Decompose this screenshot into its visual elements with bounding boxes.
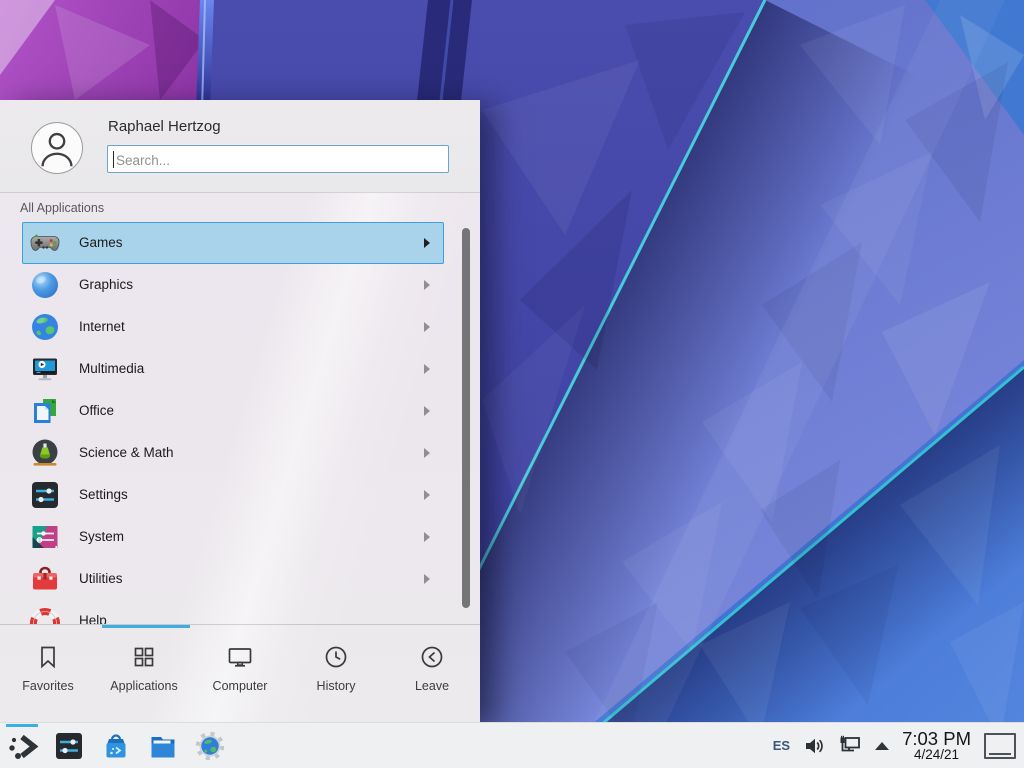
application-category-list: Games Graphics [0, 222, 480, 624]
discover-button[interactable] [97, 724, 135, 768]
tab-label: Computer [213, 679, 268, 693]
category-label: Multimedia [79, 361, 144, 376]
clock-date: 4/24/21 [914, 748, 959, 762]
tab-label: Leave [415, 679, 449, 693]
system-tray: ES 7:03 PM 4/24/21 [773, 729, 1024, 763]
category-label: Graphics [79, 277, 133, 292]
submenu-arrow-icon [424, 322, 430, 332]
category-row-graphics[interactable]: Graphics [0, 264, 480, 306]
category-label: System [79, 529, 124, 544]
flask-icon [29, 437, 61, 469]
toolbox-icon [29, 563, 61, 595]
system-settings-button[interactable] [50, 724, 88, 768]
search-field[interactable] [107, 145, 449, 173]
tab-label: History [317, 679, 356, 693]
category-row-internet[interactable]: Internet [0, 306, 480, 348]
tab-history[interactable]: History [288, 630, 384, 722]
category-label: Office [79, 403, 114, 418]
lifebuoy-icon [29, 605, 61, 624]
desktop: Raphael Hertzog All Applications [0, 0, 1024, 768]
submenu-arrow-icon [424, 406, 430, 416]
tab-favorites[interactable]: Favorites [0, 630, 96, 722]
kickoff-launcher-button[interactable] [3, 724, 41, 768]
launcher-tab-bar: Favorites Applications Computer [0, 630, 480, 722]
history-clock-icon [323, 644, 349, 670]
user-name: Raphael Hertzog [108, 118, 221, 135]
submenu-arrow-icon [424, 364, 430, 374]
discover-icon [100, 730, 132, 762]
computer-icon [227, 644, 253, 670]
list-scrollbar[interactable] [462, 228, 470, 608]
app-grid-icon [131, 644, 157, 670]
section-label: All Applications [20, 201, 104, 215]
tab-label: Favorites [22, 679, 73, 693]
category-row-multimedia[interactable]: Multimedia [0, 348, 480, 390]
category-label: Settings [79, 487, 128, 502]
expand-tray-arrow-icon[interactable] [875, 742, 889, 750]
user-icon [32, 123, 82, 173]
submenu-arrow-icon [424, 280, 430, 290]
gamepad-icon [29, 227, 61, 259]
bookmark-icon [35, 644, 61, 670]
clock-time: 7:03 PM [902, 729, 971, 748]
web-browser-button[interactable] [191, 724, 229, 768]
user-avatar[interactable] [31, 122, 83, 174]
category-label: Internet [79, 319, 125, 334]
folder-icon [147, 730, 179, 762]
tab-applications[interactable]: Applications [96, 630, 192, 722]
category-label: Science & Math [79, 445, 174, 460]
category-row-science-math[interactable]: Science & Math [0, 432, 480, 474]
volume-icon[interactable] [803, 736, 825, 756]
show-desktop-button[interactable] [984, 733, 1016, 759]
globe-gear-icon [194, 730, 226, 762]
sliders-icon [29, 479, 61, 511]
system-settings-icon [53, 730, 85, 762]
system-sliders-icon [29, 521, 61, 553]
submenu-arrow-icon [424, 448, 430, 458]
active-indicator [6, 724, 38, 727]
category-row-games[interactable]: Games [0, 222, 480, 264]
monitor-play-icon [29, 353, 61, 385]
sphere-icon [29, 269, 61, 301]
tab-computer[interactable]: Computer [192, 630, 288, 722]
leave-icon [419, 644, 445, 670]
category-row-help[interactable]: Help [0, 600, 480, 624]
taskbar-launchers [0, 724, 229, 768]
launcher-header: Raphael Hertzog [0, 100, 480, 192]
submenu-arrow-icon [424, 490, 430, 500]
footer-divider [0, 624, 480, 625]
taskbar-panel: ES 7:03 PM 4/24/21 [0, 722, 1024, 768]
submenu-arrow-icon [424, 238, 430, 248]
category-label: Games [79, 235, 123, 250]
category-row-office[interactable]: Office [0, 390, 480, 432]
keyboard-layout-indicator[interactable]: ES [773, 738, 790, 753]
search-input[interactable] [114, 147, 448, 173]
submenu-arrow-icon [424, 532, 430, 542]
documents-icon [29, 395, 61, 427]
kickoff-icon [5, 729, 39, 763]
header-divider [0, 192, 480, 193]
network-icon[interactable] [838, 735, 862, 756]
active-tab-underline [102, 625, 190, 628]
category-row-utilities[interactable]: Utilities [0, 558, 480, 600]
globe-icon [29, 311, 61, 343]
category-label: Utilities [79, 571, 123, 586]
application-launcher-menu: Raphael Hertzog All Applications [0, 100, 480, 722]
show-desktop-glyph [989, 753, 1011, 755]
category-label: Help [79, 613, 107, 624]
tab-leave[interactable]: Leave [384, 630, 480, 722]
dolphin-file-manager-button[interactable] [144, 724, 182, 768]
category-row-system[interactable]: System [0, 516, 480, 558]
digital-clock[interactable]: 7:03 PM 4/24/21 [902, 729, 971, 763]
submenu-arrow-icon [424, 574, 430, 584]
tab-label: Applications [110, 679, 177, 693]
category-row-settings[interactable]: Settings [0, 474, 480, 516]
